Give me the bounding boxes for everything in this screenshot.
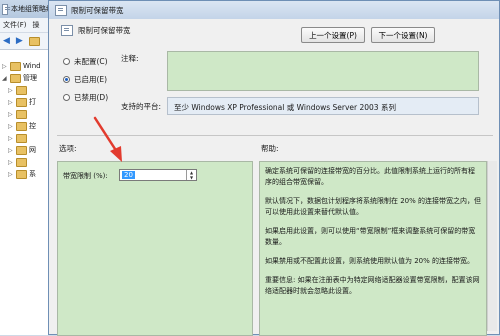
tree-item-label: Wind bbox=[23, 62, 41, 70]
folder-icon bbox=[16, 109, 27, 119]
bandwidth-limit-label: 带宽限制 (%): bbox=[63, 172, 108, 180]
radio-button-selected[interactable] bbox=[63, 76, 70, 83]
folder-icon bbox=[10, 73, 21, 83]
expand-arrow-icon[interactable]: ▷ bbox=[8, 135, 14, 142]
supported-platform-field: 至少 Windows XP Professional 或 Windows Ser… bbox=[167, 97, 479, 115]
expand-arrow-icon[interactable]: ▷ bbox=[2, 63, 8, 70]
policy-setting-icon bbox=[55, 4, 67, 16]
tree-item-label: 网 bbox=[29, 146, 36, 154]
supported-platform-label: 支持的平台: bbox=[121, 102, 162, 111]
radio-label: 已禁用(D) bbox=[74, 93, 109, 102]
divider bbox=[57, 135, 493, 136]
help-paragraph: 确定系统可保留的连接带宽的百分比。此值限制系统上运行的所有程序的组合带宽保留。 bbox=[265, 167, 475, 186]
help-paragraph: 如果启用此设置，则可以使用“带宽限制”框来调整系统可保留的带宽数量。 bbox=[265, 227, 476, 246]
folder-icon bbox=[10, 61, 21, 71]
radio-button[interactable] bbox=[63, 58, 70, 65]
policy-setting-icon bbox=[61, 25, 73, 36]
spin-arrows[interactable]: ▲ ▼ bbox=[186, 170, 196, 180]
folder-icon bbox=[16, 97, 27, 107]
help-panel: 确定系统可保留的连接带宽的百分比。此值限制系统上运行的所有程序的组合带宽保留。 … bbox=[259, 161, 487, 336]
folder-icon bbox=[16, 133, 27, 143]
radio-label: 未配置(C) bbox=[74, 57, 108, 66]
help-paragraph: 重要信息: 如果在注册表中为特定网络适配器设置带宽限制，配置该网络适配器时就会忽… bbox=[265, 276, 480, 295]
folder-icon bbox=[16, 85, 27, 95]
help-scrollbar[interactable] bbox=[487, 161, 497, 331]
expand-arrow-icon[interactable]: ▷ bbox=[8, 171, 14, 178]
radio-not-configured[interactable]: 未配置(C) bbox=[63, 56, 108, 67]
collapse-arrow-icon[interactable]: ◢ bbox=[2, 75, 8, 82]
back-arrow-icon[interactable]: ◀ bbox=[3, 36, 10, 46]
folder-icon bbox=[16, 157, 27, 167]
supported-platform-value: 至少 Windows XP Professional 或 Windows Ser… bbox=[174, 103, 396, 112]
menu-file[interactable]: 文件(F) bbox=[3, 20, 27, 30]
folder-icon bbox=[16, 121, 27, 131]
bandwidth-limit-spinbox[interactable]: 20 ▲ ▼ bbox=[119, 169, 197, 181]
tree-item-label: 打 bbox=[29, 98, 36, 106]
help-paragraph: 如果禁用或不配置此设置，则系统使用默认值为 20% 的连接带宽。 bbox=[265, 257, 475, 265]
tree-item-label: 管理 bbox=[23, 74, 37, 82]
options-label: 选项: bbox=[59, 144, 77, 153]
expand-arrow-icon[interactable]: ▷ bbox=[8, 123, 14, 130]
expand-arrow-icon[interactable]: ▷ bbox=[8, 159, 14, 166]
radio-button[interactable] bbox=[63, 94, 70, 101]
forward-arrow-icon[interactable]: ▶ bbox=[16, 36, 23, 46]
radio-enabled[interactable]: 已启用(E) bbox=[63, 74, 107, 85]
options-panel bbox=[57, 161, 253, 336]
spin-down-icon[interactable]: ▼ bbox=[187, 175, 196, 180]
bandwidth-limit-value[interactable]: 20 bbox=[122, 171, 135, 179]
policy-setting-dialog: 限制可保留带宽 限制可保留带宽 上一个设置(P) 下一个设置(N) 未配置(C)… bbox=[48, 0, 500, 336]
radio-disabled[interactable]: 已禁用(D) bbox=[63, 92, 108, 103]
policy-editor-icon bbox=[2, 3, 10, 15]
comment-textarea[interactable] bbox=[167, 51, 479, 91]
setting-header: 限制可保留带宽 bbox=[61, 25, 131, 36]
next-setting-button[interactable]: 下一个设置(N) bbox=[371, 27, 435, 43]
folder-icon bbox=[16, 145, 27, 155]
folder-icon bbox=[16, 169, 27, 179]
setting-name: 限制可保留带宽 bbox=[78, 26, 131, 35]
expand-arrow-icon[interactable]: ▷ bbox=[8, 147, 14, 154]
expand-arrow-icon[interactable]: ▷ bbox=[8, 87, 14, 94]
comment-label: 注释: bbox=[121, 54, 139, 63]
radio-label: 已启用(E) bbox=[74, 75, 108, 84]
previous-setting-button[interactable]: 上一个设置(P) bbox=[301, 27, 365, 43]
help-label: 帮助: bbox=[261, 144, 279, 153]
tree-item-label: 系 bbox=[29, 170, 36, 178]
help-paragraph: 默认情况下，数据包计划程序将系统限制在 20% 的连接带宽之内，但可以使用此设置… bbox=[265, 197, 482, 216]
expand-arrow-icon[interactable]: ▷ bbox=[8, 99, 14, 106]
menu-action[interactable]: 操 bbox=[33, 20, 40, 30]
tree-item-label: 控 bbox=[29, 122, 36, 130]
folder-toolbar-icon[interactable] bbox=[28, 36, 40, 46]
expand-arrow-icon[interactable]: ▷ bbox=[8, 111, 14, 118]
dialog-titlebar[interactable]: 限制可保留带宽 bbox=[49, 1, 499, 19]
dialog-title: 限制可保留带宽 bbox=[71, 5, 124, 15]
